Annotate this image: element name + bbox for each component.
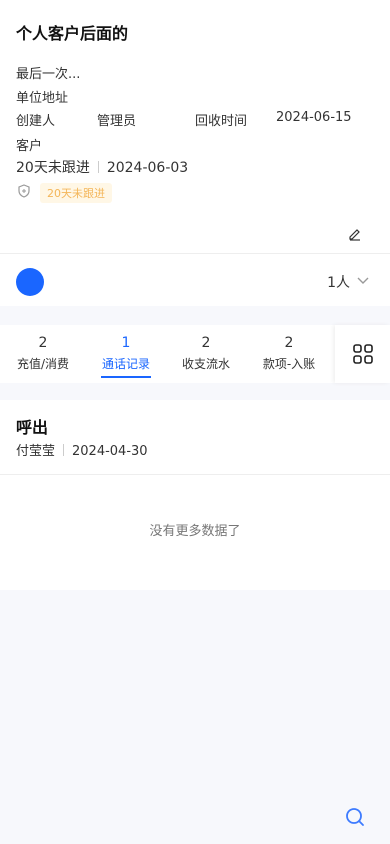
tag-row: 20天未跟进 (16, 183, 112, 203)
address-label: 单位地址 (16, 91, 69, 106)
last-contact: 最后一次... (16, 67, 81, 82)
avatar (16, 268, 44, 296)
tab-count: 2 (201, 335, 211, 351)
record-person: 付莹莹 (16, 444, 56, 459)
tab-label: 充值/消费 (16, 357, 70, 371)
no-more-data: 没有更多数据了 (149, 524, 241, 539)
member-row[interactable]: 1人 (0, 254, 390, 306)
member-count-label: 1人 (327, 275, 350, 291)
payback-label: 回收时间 (195, 114, 248, 129)
tab-count: 1 (121, 335, 131, 351)
tab-cashflow[interactable]: 2 收支流水 (181, 335, 231, 372)
divider (63, 444, 65, 456)
tab-label: 通话记录 (101, 357, 150, 371)
tab-underline (101, 376, 151, 378)
follow-status: 20天未跟进 (16, 160, 90, 176)
follow-row: 20天未跟进 2024-06-03 (16, 157, 188, 177)
status-badge: 20天未跟进 (40, 183, 112, 203)
tab-call-records[interactable]: 1 通话记录 (101, 335, 151, 378)
record-date: 2024-04-30 (72, 444, 148, 459)
type-label: 客户 (16, 139, 43, 154)
search-icon[interactable] (344, 806, 366, 832)
customer-header: 个人客户后面的 最后一次... 单位地址 创建人 管理员 回收时间 2024-0… (0, 0, 390, 253)
tab-label: 收支流水 (181, 357, 230, 371)
tab-bar: 2 充值/消费 1 通话记录 2 收支流水 2 款项-入账 (0, 325, 390, 383)
follow-date: 2024-06-03 (106, 160, 189, 176)
chevron-down-icon (356, 273, 370, 291)
record-list: 呼出 付莹莹 2024-04-30 没有更多数据了 (0, 400, 390, 590)
grid-icon[interactable] (335, 325, 390, 383)
divider (0, 474, 390, 475)
payback-value: 2024-06-15 (276, 110, 352, 125)
divider (97, 161, 99, 173)
creator-value: 管理员 (97, 114, 137, 129)
tab-label: 款项-入账 (262, 357, 316, 371)
tab-payments[interactable]: 2 款项-入账 (260, 335, 318, 372)
creator-label: 创建人 (16, 114, 56, 129)
member-count[interactable]: 1人 (327, 272, 370, 292)
tab-recharge[interactable]: 2 充值/消费 (16, 335, 70, 372)
record-meta: 付莹莹 2024-04-30 (16, 440, 148, 459)
customer-name: 个人客户后面的 (16, 24, 129, 43)
shield-icon (16, 183, 32, 203)
tab-count: 2 (38, 335, 48, 351)
record-type: 呼出 (16, 418, 49, 437)
edit-icon[interactable] (348, 226, 362, 245)
tab-count: 2 (284, 335, 294, 351)
